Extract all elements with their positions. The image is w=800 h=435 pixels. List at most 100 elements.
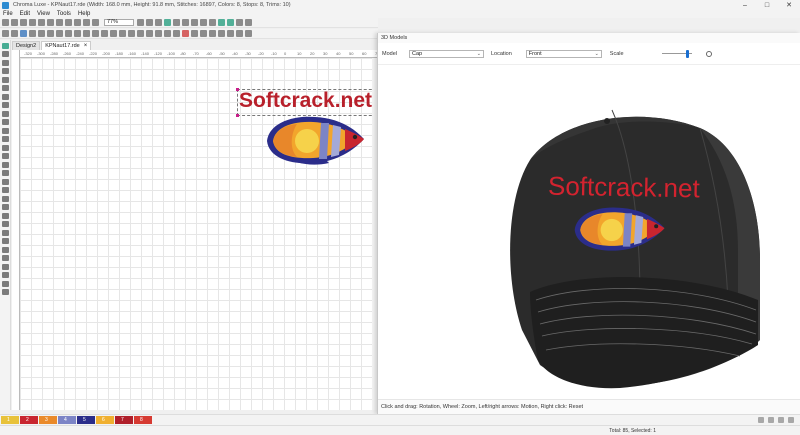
realistic-view-icon[interactable]: [200, 19, 207, 26]
redo-icon[interactable]: [83, 19, 90, 26]
pencil-tool-icon[interactable]: [2, 85, 9, 91]
menu-edit[interactable]: Edit: [20, 11, 30, 17]
zoom-in-icon[interactable]: [92, 19, 99, 26]
color-swatch-4[interactable]: 4: [58, 416, 76, 424]
text-icon[interactable]: [56, 30, 63, 37]
color-icon[interactable]: [236, 19, 243, 26]
fill-icon[interactable]: [83, 30, 90, 37]
delete-icon[interactable]: [65, 19, 72, 26]
zoom-select[interactable]: 77%: [104, 19, 134, 26]
grid-tool-icon[interactable]: [2, 238, 9, 244]
rotate-right-icon[interactable]: [137, 30, 144, 37]
circle-icon[interactable]: [20, 30, 27, 37]
color-swatch-2[interactable]: 2: [20, 416, 38, 424]
align-icon[interactable]: [182, 19, 189, 26]
scale-slider[interactable]: [661, 49, 692, 58]
trim-icon[interactable]: [191, 30, 198, 37]
color-swatch-7[interactable]: 7: [115, 416, 133, 424]
pan-tool-icon[interactable]: [2, 102, 9, 108]
back-icon[interactable]: [155, 30, 162, 37]
pen-tool-icon[interactable]: [2, 76, 9, 83]
properties-icon[interactable]: [209, 30, 216, 37]
run-tool-icon[interactable]: [2, 212, 9, 219]
group-icon[interactable]: [11, 30, 18, 37]
tab-kpnaut17[interactable]: KPNaut17.rde ×: [41, 41, 92, 50]
layers-icon[interactable]: [218, 30, 225, 37]
rect-tool-icon[interactable]: [2, 161, 9, 168]
image-tool-icon[interactable]: [2, 127, 9, 134]
palette-view-icon[interactable]: [788, 417, 794, 423]
simulator-icon[interactable]: [227, 19, 234, 26]
angelfish-design[interactable]: [263, 113, 371, 168]
close-icon[interactable]: ✕: [778, 0, 800, 10]
applique-icon[interactable]: [74, 30, 81, 37]
sequence-icon[interactable]: [200, 30, 207, 37]
satin-tool-icon[interactable]: [2, 204, 9, 210]
info-tool-icon[interactable]: [2, 289, 9, 295]
circle-tool-icon[interactable]: [2, 153, 9, 159]
center-icon[interactable]: [173, 30, 180, 37]
mirror-horizontal-icon[interactable]: [110, 30, 117, 37]
design-text[interactable]: Softcrack.net: [239, 89, 372, 113]
heart-tool-icon[interactable]: [2, 178, 9, 185]
reshape-tool-icon[interactable]: [2, 59, 9, 66]
export-icon[interactable]: [236, 30, 243, 37]
slider-thumb[interactable]: [685, 49, 689, 58]
knife-tool-icon[interactable]: [2, 68, 9, 74]
palette-add-icon[interactable]: [758, 417, 764, 423]
fill-tool-icon[interactable]: [2, 119, 9, 125]
color-swatch-3[interactable]: 3: [39, 416, 57, 424]
motif-tool-icon[interactable]: [2, 221, 9, 227]
new-file-icon[interactable]: [2, 19, 9, 26]
print-icon[interactable]: [29, 19, 36, 26]
color-swatch-5[interactable]: 5: [77, 416, 95, 424]
mirror-tool-icon[interactable]: [2, 255, 9, 261]
color-swatch-8[interactable]: 8: [134, 416, 152, 424]
menu-help[interactable]: Help: [78, 11, 90, 17]
view-3d-icon[interactable]: [191, 19, 198, 26]
color-swatch-6[interactable]: 6: [96, 416, 114, 424]
rectangle-icon[interactable]: [29, 30, 36, 37]
select-icon[interactable]: [2, 30, 9, 37]
cross-stitch-tool-icon[interactable]: [2, 229, 9, 236]
distribute-icon[interactable]: [164, 30, 171, 37]
palette-edit-icon[interactable]: [768, 417, 774, 423]
star-icon[interactable]: [47, 30, 54, 37]
lock-icon[interactable]: [164, 19, 171, 26]
save-icon[interactable]: [20, 19, 27, 26]
monogram-icon[interactable]: [65, 30, 72, 37]
rotate-tool-icon[interactable]: [2, 246, 9, 253]
front-icon[interactable]: [146, 30, 153, 37]
zoom-out-icon[interactable]: [137, 19, 144, 26]
open-folder-icon[interactable]: [11, 19, 18, 26]
menu-file[interactable]: File: [3, 11, 13, 17]
reset-view-icon[interactable]: [705, 50, 712, 57]
select-tool-icon[interactable]: [2, 42, 9, 49]
maximize-icon[interactable]: □: [756, 0, 778, 10]
color-swatch-1[interactable]: 1: [1, 416, 19, 424]
location-select[interactable]: Front ⌄: [525, 49, 602, 58]
layers-tool-icon[interactable]: [2, 280, 9, 287]
tab-design2[interactable]: Design2: [12, 41, 41, 50]
stitch-view-icon[interactable]: [209, 19, 216, 26]
stop-icon[interactable]: [182, 30, 189, 37]
rotate-left-icon[interactable]: [128, 30, 135, 37]
design-canvas[interactable]: Softcrack.net: [20, 58, 378, 410]
running-stitch-icon[interactable]: [101, 30, 108, 37]
machine-icon[interactable]: [245, 30, 252, 37]
lasso-tool-icon[interactable]: [2, 51, 9, 57]
crown-tool-icon[interactable]: [2, 187, 9, 193]
resize-handle[interactable]: [236, 114, 239, 117]
palette-sort-icon[interactable]: [778, 417, 784, 423]
polygon-icon[interactable]: [38, 30, 45, 37]
measure-tool-icon[interactable]: [2, 110, 9, 117]
help-icon[interactable]: [245, 19, 252, 26]
star-tool-icon[interactable]: [2, 170, 9, 176]
mirror-vertical-icon[interactable]: [119, 30, 126, 37]
undo-icon[interactable]: [74, 19, 81, 26]
show-hoop-icon[interactable]: [218, 19, 225, 26]
zoom-actual-icon[interactable]: [155, 19, 162, 26]
monogram-tool-icon[interactable]: [2, 144, 9, 151]
model-select[interactable]: Cap ⌄: [408, 49, 484, 58]
stitch-tool-icon[interactable]: [2, 272, 9, 278]
